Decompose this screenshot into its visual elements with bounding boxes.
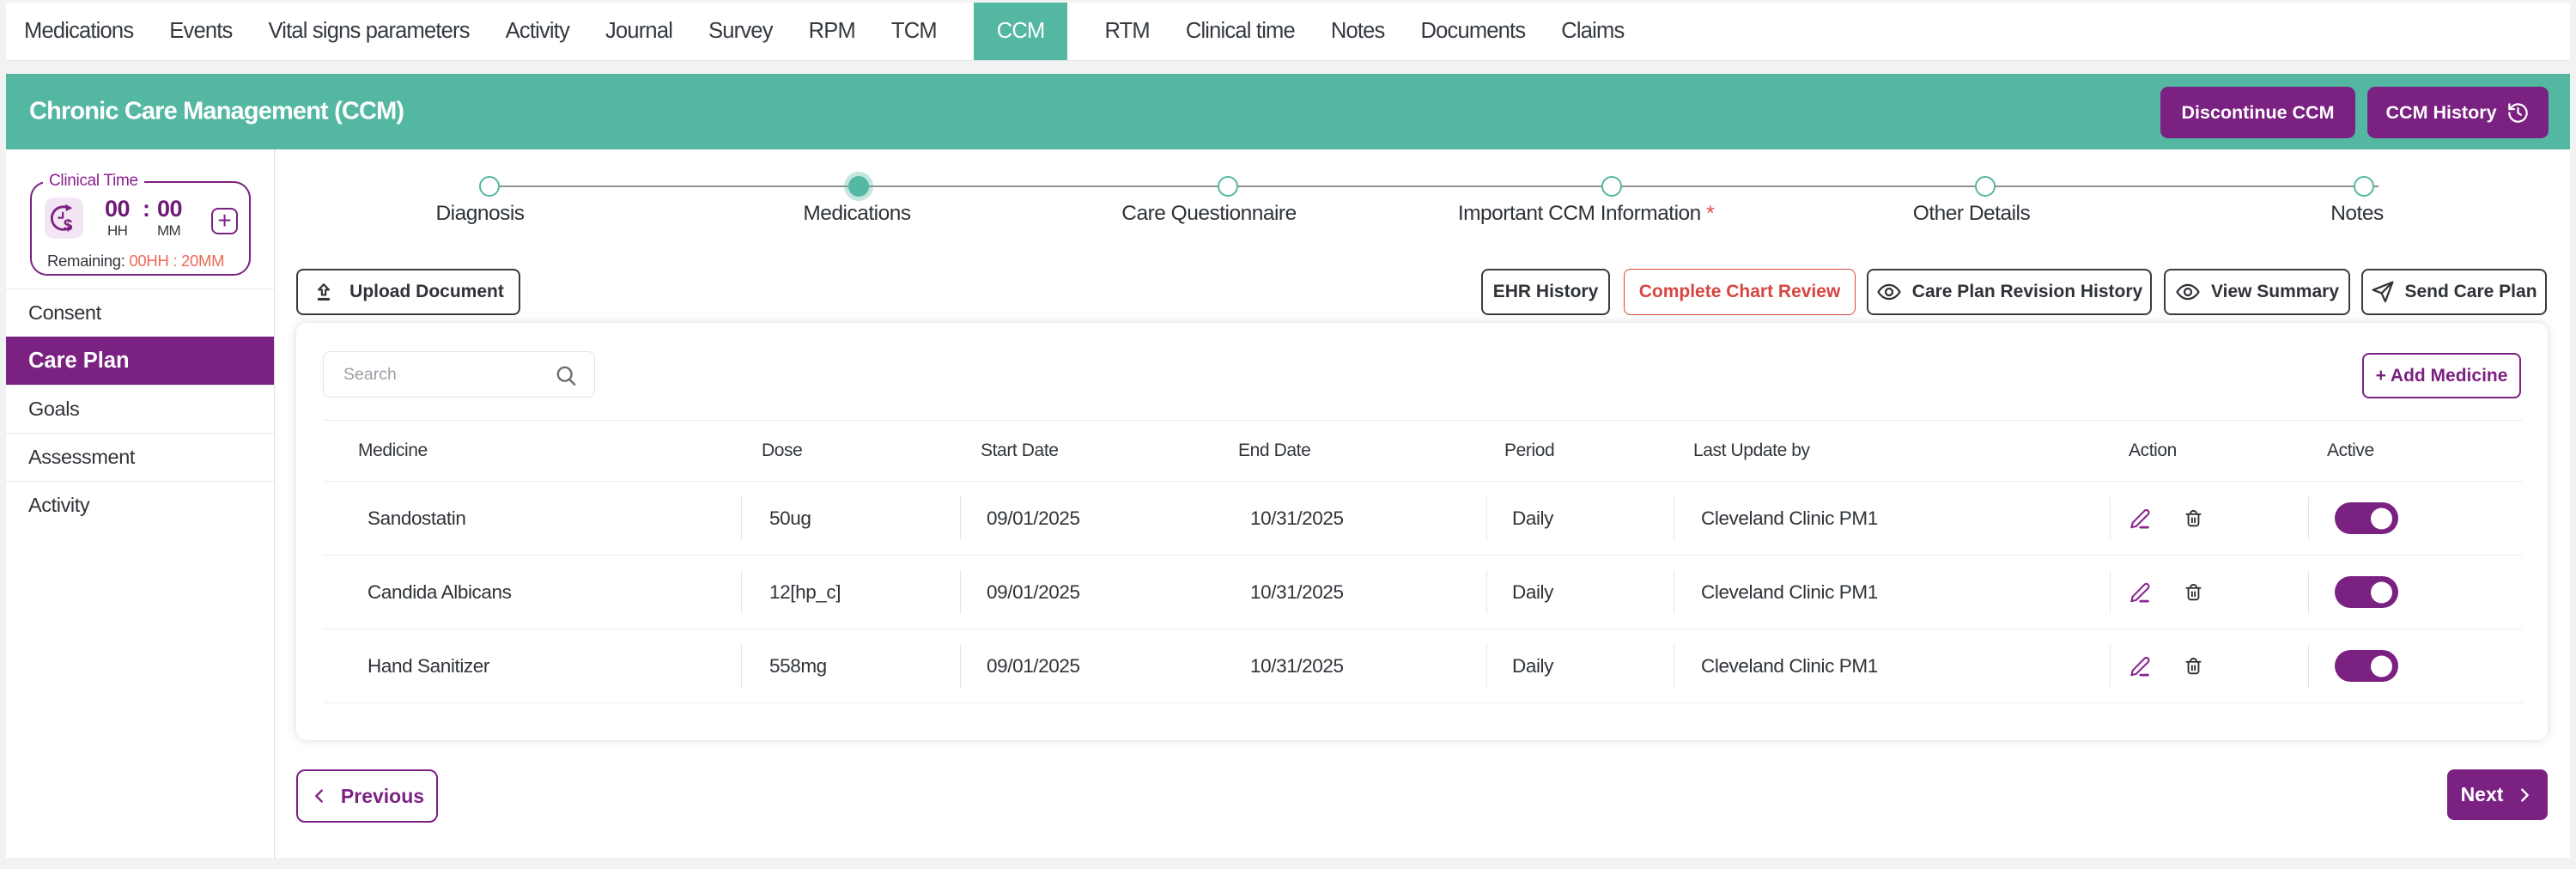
svg-text:$: $	[64, 216, 73, 234]
